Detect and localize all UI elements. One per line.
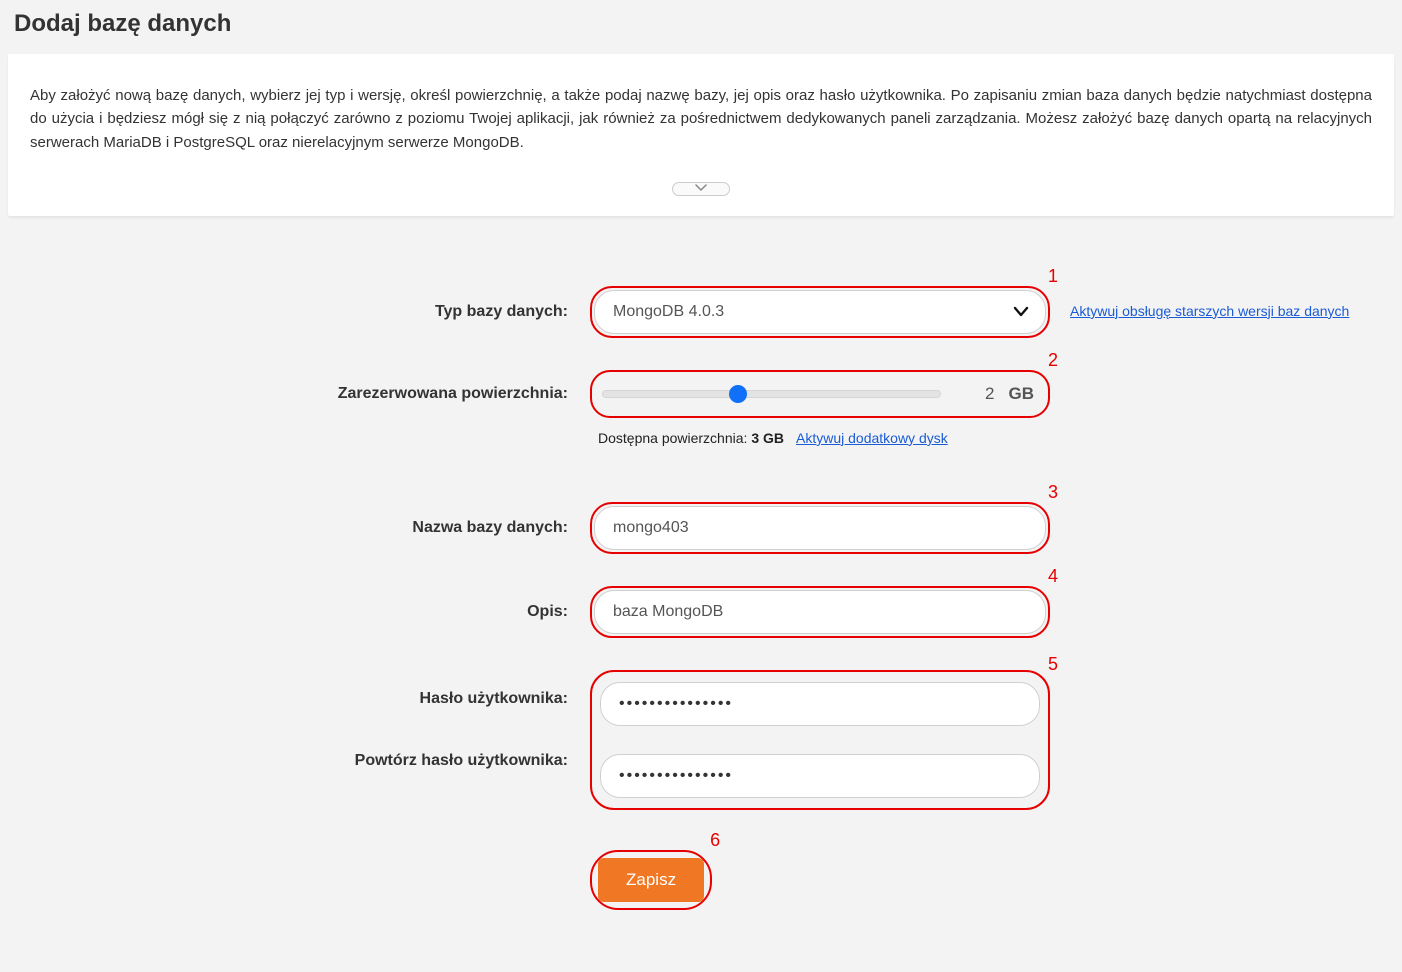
annotation-marker-2: 2: [1048, 350, 1058, 371]
description-input[interactable]: [594, 590, 1046, 634]
reserved-space-input[interactable]: [955, 384, 995, 404]
password-repeat-label: Powtórz hasło użytkownika:: [20, 752, 590, 770]
reserved-space-label: Zarezerwowana powierzchnia:: [20, 385, 590, 403]
legacy-versions-link[interactable]: Aktywuj obsługę starszych wersji baz dan…: [1070, 303, 1349, 319]
password-label: Hasło użytkownika:: [20, 670, 590, 708]
annotation-marker-4: 4: [1048, 566, 1058, 587]
annotation-marker-1: 1: [1048, 266, 1058, 287]
db-type-label: Typ bazy danych:: [20, 303, 590, 321]
password-input[interactable]: [600, 682, 1040, 726]
description-label: Opis:: [20, 603, 590, 621]
expand-button[interactable]: [672, 182, 730, 196]
chevron-down-icon: [695, 180, 707, 198]
info-card: Aby założyć nową bazę danych, wybierz je…: [8, 54, 1394, 216]
reserved-space-unit: GB: [1009, 384, 1039, 404]
form-section: Typ bazy danych: 1 MongoDB 4.0.3 Aktywuj…: [0, 246, 1402, 972]
annotation-marker-6: 6: [710, 830, 720, 851]
db-type-value: MongoDB 4.0.3: [613, 303, 724, 321]
page-title: Dodaj bazę danych: [0, 0, 1402, 54]
db-type-select[interactable]: MongoDB 4.0.3: [594, 290, 1046, 334]
save-button[interactable]: Zapisz: [598, 858, 704, 902]
annotation-marker-5: 5: [1048, 654, 1058, 675]
chevron-down-icon: [1013, 305, 1029, 319]
available-space-value: 3 GB: [751, 430, 784, 446]
db-name-input[interactable]: [594, 506, 1046, 550]
db-name-label: Nazwa bazy danych:: [20, 519, 590, 537]
slider-thumb[interactable]: [729, 385, 747, 403]
reserved-space-slider[interactable]: [602, 390, 941, 398]
annotation-marker-3: 3: [1048, 482, 1058, 503]
extra-disk-link[interactable]: Aktywuj dodatkowy dysk: [796, 430, 948, 446]
available-space-label: Dostępna powierzchnia:: [598, 430, 751, 446]
info-description: Aby założyć nową bazę danych, wybierz je…: [30, 84, 1372, 154]
